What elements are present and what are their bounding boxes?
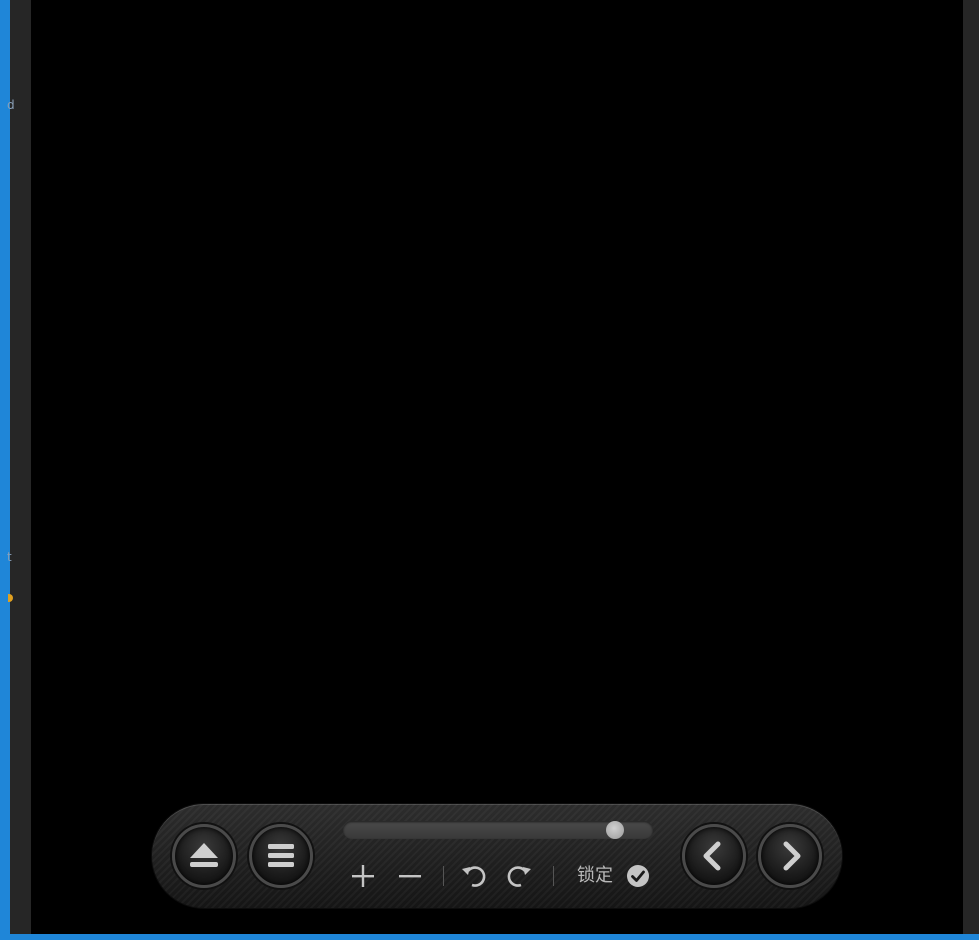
window-border-bottom bbox=[0, 934, 979, 940]
lock-label[interactable]: 锁定 bbox=[577, 866, 613, 886]
zoom-out-button[interactable] bbox=[396, 862, 424, 890]
window-border-left bbox=[0, 0, 10, 940]
toolbar-divider bbox=[443, 866, 444, 886]
lock-toggle[interactable] bbox=[626, 864, 650, 888]
viewer-control-bar: 锁定 bbox=[151, 803, 843, 909]
eject-icon bbox=[190, 843, 218, 867]
chevron-right-icon bbox=[783, 841, 801, 871]
check-circle-icon bbox=[627, 865, 649, 887]
previous-button[interactable] bbox=[682, 824, 746, 888]
image-viewport[interactable]: 锁定 bbox=[31, 0, 963, 934]
progress-slider[interactable] bbox=[343, 821, 653, 839]
left-gutter: d t bbox=[7, 0, 31, 934]
zoom-in-button[interactable] bbox=[349, 862, 377, 890]
edge-glyph-mid: t bbox=[7, 550, 12, 564]
eject-button[interactable] bbox=[172, 824, 236, 888]
slider-thumb[interactable] bbox=[606, 821, 624, 839]
plus-icon bbox=[352, 865, 374, 887]
rotate-left-button[interactable] bbox=[459, 862, 487, 890]
rotate-cw-icon bbox=[507, 866, 531, 887]
viewer-window: d t 锁定 bbox=[0, 0, 979, 940]
toolbar-divider bbox=[553, 866, 554, 886]
rotate-ccw-icon bbox=[462, 866, 486, 887]
minus-icon bbox=[399, 875, 421, 878]
menu-button[interactable] bbox=[249, 824, 313, 888]
next-button[interactable] bbox=[758, 824, 822, 888]
chevron-left-icon bbox=[703, 841, 721, 871]
right-gutter bbox=[963, 0, 979, 934]
edge-indicator-dot bbox=[8, 594, 13, 602]
menu-icon bbox=[268, 844, 294, 867]
rotate-right-button[interactable] bbox=[506, 862, 534, 890]
edge-glyph-top: d bbox=[7, 98, 15, 112]
